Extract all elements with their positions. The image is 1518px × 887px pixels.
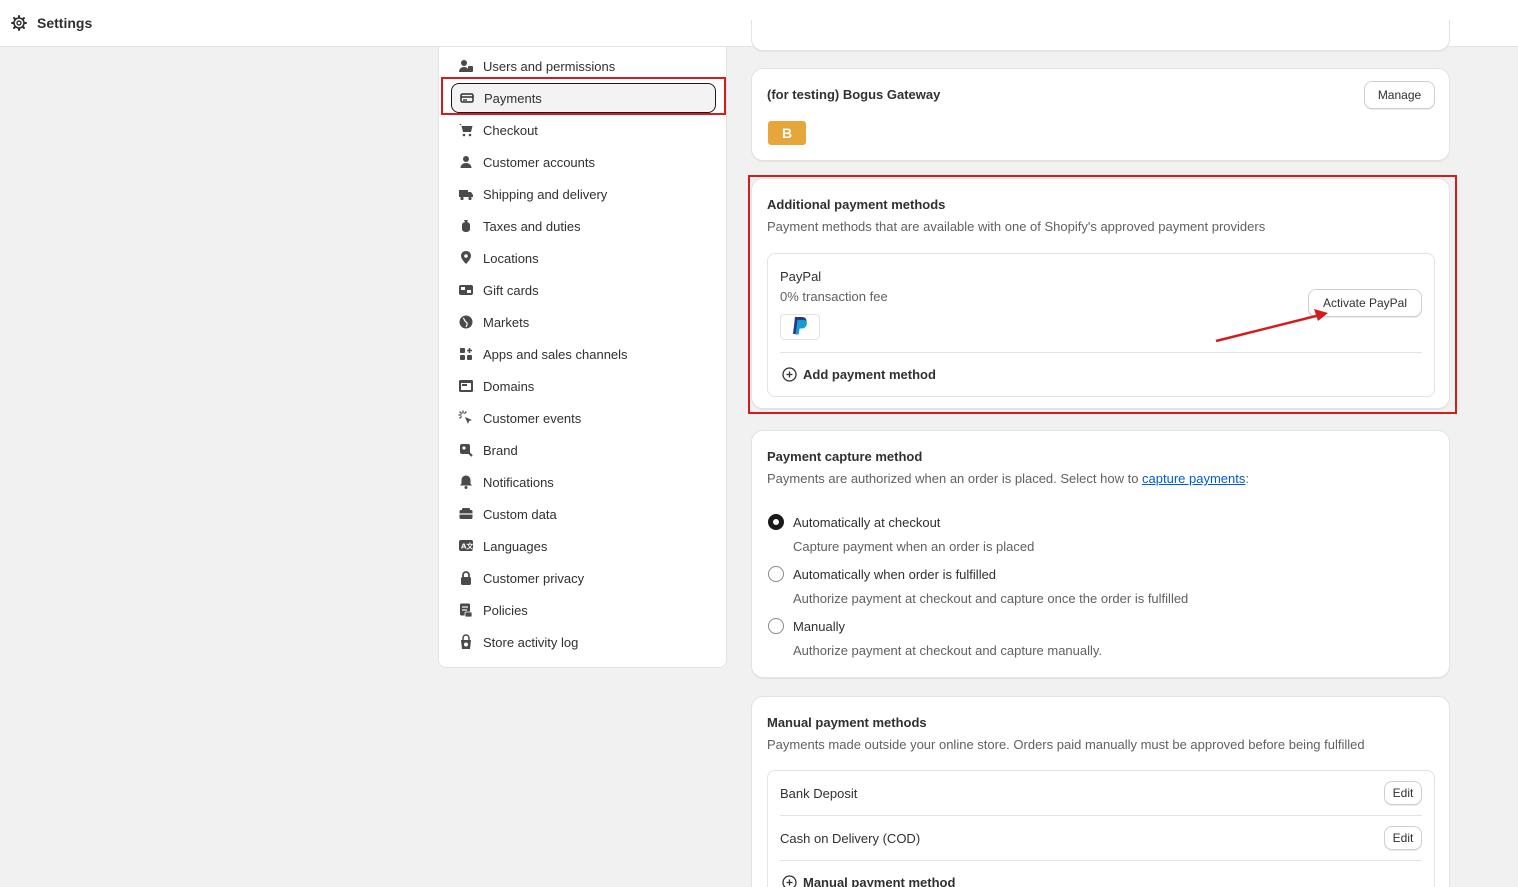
globe-icon [457, 313, 475, 331]
edit-cod-button[interactable]: Edit [1384, 826, 1422, 850]
sidebar-item-taxes-and-duties[interactable]: Taxes and duties [451, 211, 716, 241]
plus-circle-icon [782, 367, 797, 382]
list-item: Bank Deposit [780, 786, 858, 801]
sidebar-item-checkout[interactable]: Checkout [451, 115, 716, 145]
person-icon [457, 153, 475, 171]
database-icon [457, 505, 475, 523]
apps-grid-icon [457, 345, 475, 363]
sidebar-item-users-and-permissions[interactable]: Users and permissions [451, 51, 716, 81]
paypal-divider [780, 352, 1422, 353]
option-description: Authorize payment at checkout and captur… [793, 643, 1103, 658]
list-divider [780, 815, 1422, 816]
settings-sidebar: Users and permissions Payments Checkout … [438, 47, 727, 668]
activity-log-icon [457, 633, 475, 651]
option-label: Automatically when order is fulfilled [793, 567, 997, 582]
red-arrow-annotation [1215, 309, 1328, 343]
sidebar-item-brand[interactable]: Brand [451, 435, 716, 465]
users-icon [457, 57, 475, 75]
sidebar-item-store-activity-log[interactable]: Store activity log [451, 627, 716, 657]
location-pin-icon [457, 249, 475, 267]
capture-payments-link[interactable]: capture payments [1142, 471, 1245, 486]
payments-icon [458, 89, 476, 107]
add-payment-method-link[interactable]: Add payment method [782, 367, 936, 382]
radio-automatically-at-checkout[interactable] [768, 514, 784, 530]
list-item: Cash on Delivery (COD) [780, 831, 921, 846]
payment-capture-title: Payment capture method [767, 449, 923, 464]
paypal-name: PayPal [780, 269, 822, 284]
sidebar-item-payments[interactable]: Payments [451, 83, 716, 113]
sidebar-item-custom-data[interactable]: Custom data [451, 499, 716, 529]
brand-icon [457, 441, 475, 459]
lock-icon [457, 569, 475, 587]
payment-capture-subtitle: Payments are authorized when an order is… [767, 471, 1250, 486]
sidebar-item-domains[interactable]: Domains [451, 371, 716, 401]
cart-icon [457, 121, 475, 139]
sidebar-item-shipping-and-delivery[interactable]: Shipping and delivery [451, 179, 716, 209]
policy-icon [457, 601, 475, 619]
sidebar-item-notifications[interactable]: Notifications [451, 467, 716, 497]
bogus-gateway-card: (for testing) Bogus Gateway Manage B [751, 68, 1450, 161]
page-title: Settings [37, 15, 93, 31]
option-label: Automatically at checkout [793, 515, 941, 530]
add-manual-payment-method-link[interactable]: Manual payment method [782, 875, 955, 887]
manual-methods-list: Bank Deposit Edit Cash on Delivery (COD)… [767, 770, 1435, 887]
sidebar-item-customer-events[interactable]: Customer events [451, 403, 716, 433]
gear-icon [11, 15, 27, 31]
plus-circle-icon [782, 875, 797, 887]
sidebar-item-markets[interactable]: Markets [451, 307, 716, 337]
paypal-icon [791, 316, 809, 339]
manual-payment-title: Manual payment methods [767, 715, 927, 730]
edit-bank-deposit-button[interactable]: Edit [1384, 781, 1422, 805]
bell-icon [457, 473, 475, 491]
paypal-logo [780, 314, 820, 340]
sidebar-item-customer-accounts[interactable]: Customer accounts [451, 147, 716, 177]
sidebar-item-languages[interactable]: A文 Languages [451, 531, 716, 561]
option-label: Manually [793, 619, 846, 634]
payment-capture-method-card: Payment capture method Payments are auth… [751, 430, 1450, 678]
option-description: Authorize payment at checkout and captur… [793, 591, 1189, 606]
radio-manually[interactable] [768, 618, 784, 634]
tax-bag-icon [457, 217, 475, 235]
sidebar-item-gift-cards[interactable]: Gift cards [451, 275, 716, 305]
additional-payment-methods-title: Additional payment methods [767, 197, 946, 212]
list-divider [780, 860, 1422, 861]
cursor-click-icon [457, 409, 475, 427]
additional-payment-methods-card: Additional payment methods Payment metho… [751, 178, 1450, 409]
language-icon: A文 [457, 537, 475, 555]
manual-payment-methods-card: Manual payment methods Payments made out… [751, 696, 1450, 887]
paypal-fee: 0% transaction fee [780, 289, 888, 304]
previous-card [751, 20, 1450, 51]
additional-payment-methods-subtitle: Payment methods that are available with … [767, 219, 1266, 234]
manual-payment-subtitle: Payments made outside your online store.… [767, 737, 1365, 752]
option-description: Capture payment when an order is placed [793, 539, 1035, 554]
bogus-gateway-badge: B [768, 121, 806, 145]
radio-automatically-when-fulfilled[interactable] [768, 566, 784, 582]
svg-text:A文: A文 [461, 542, 474, 551]
gift-card-icon [457, 281, 475, 299]
sidebar-item-customer-privacy[interactable]: Customer privacy [451, 563, 716, 593]
sidebar-item-apps-and-sales-channels[interactable]: Apps and sales channels [451, 339, 716, 369]
truck-icon [457, 185, 475, 203]
sidebar-item-policies[interactable]: Policies [451, 595, 716, 625]
manage-button[interactable]: Manage [1364, 81, 1435, 109]
domain-icon [457, 377, 475, 395]
sidebar-item-locations[interactable]: Locations [451, 243, 716, 273]
bogus-gateway-title: (for testing) Bogus Gateway [767, 87, 941, 102]
